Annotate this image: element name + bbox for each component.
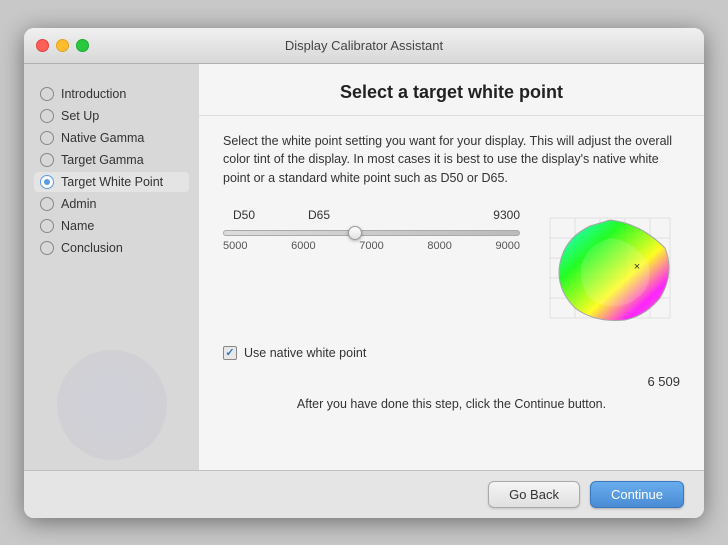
svg-text:×: × bbox=[634, 261, 640, 273]
footer: Go Back Continue bbox=[24, 470, 704, 518]
main-panel: Select a target white point Select the w… bbox=[199, 64, 704, 470]
sidebar-item-target-gamma[interactable]: Target Gamma bbox=[34, 150, 189, 170]
bullet-icon bbox=[40, 219, 54, 233]
label-8000: 8000 bbox=[427, 240, 451, 252]
slider-area: D50 D65 9300 5000 6000 7000 bbox=[223, 208, 680, 328]
label-d65: D65 bbox=[308, 208, 330, 222]
sidebar-item-label: Conclusion bbox=[61, 241, 123, 255]
sidebar-item-setup[interactable]: Set Up bbox=[34, 106, 189, 126]
sidebar-item-label: Native Gamma bbox=[61, 131, 144, 145]
sidebar-item-label: Admin bbox=[61, 197, 96, 211]
traffic-lights bbox=[36, 39, 89, 52]
checkbox-label: Use native white point bbox=[244, 346, 366, 360]
sidebar-item-introduction[interactable]: Introduction bbox=[34, 84, 189, 104]
checkbox-row: Use native white point bbox=[223, 346, 680, 360]
sidebar-item-label: Target White Point bbox=[61, 175, 163, 189]
content-area: Introduction Set Up Native Gamma Target … bbox=[24, 64, 704, 470]
sidebar-item-admin[interactable]: Admin bbox=[34, 194, 189, 214]
label-6000: 6000 bbox=[291, 240, 315, 252]
maximize-button[interactable] bbox=[76, 39, 89, 52]
slider-top-labels: D50 D65 9300 bbox=[223, 208, 520, 226]
sidebar-item-name[interactable]: Name bbox=[34, 216, 189, 236]
sidebar-item-label: Set Up bbox=[61, 109, 99, 123]
label-d50: D50 bbox=[233, 208, 255, 222]
titlebar: Display Calibrator Assistant bbox=[24, 28, 704, 64]
sidebar-watermark bbox=[57, 350, 167, 460]
description-text: Select the white point setting you want … bbox=[223, 132, 680, 188]
go-back-button[interactable]: Go Back bbox=[488, 481, 580, 508]
slider-track-container bbox=[223, 230, 520, 236]
main-body: Select the white point setting you want … bbox=[199, 116, 704, 470]
sidebar-item-native-gamma[interactable]: Native Gamma bbox=[34, 128, 189, 148]
bullet-icon bbox=[40, 241, 54, 255]
sidebar-item-label: Name bbox=[61, 219, 94, 233]
page-title: Select a target white point bbox=[199, 64, 704, 116]
bullet-icon bbox=[40, 153, 54, 167]
window: Display Calibrator Assistant Introductio… bbox=[24, 28, 704, 518]
bullet-icon bbox=[40, 87, 54, 101]
label-7000: 7000 bbox=[359, 240, 383, 252]
sidebar: Introduction Set Up Native Gamma Target … bbox=[24, 64, 199, 470]
minimize-button[interactable] bbox=[56, 39, 69, 52]
slider-thumb[interactable] bbox=[348, 226, 362, 240]
native-white-point-checkbox[interactable] bbox=[223, 346, 237, 360]
bullet-active-icon bbox=[40, 175, 54, 189]
sidebar-item-target-white-point[interactable]: Target White Point bbox=[34, 172, 189, 192]
close-button[interactable] bbox=[36, 39, 49, 52]
sidebar-item-conclusion[interactable]: Conclusion bbox=[34, 238, 189, 258]
bullet-icon bbox=[40, 197, 54, 211]
after-text: After you have done this step, click the… bbox=[223, 397, 680, 411]
bullet-icon bbox=[40, 109, 54, 123]
bullet-icon bbox=[40, 131, 54, 145]
slider-bottom-labels: 5000 6000 7000 8000 9000 bbox=[223, 240, 520, 252]
value-display: 6 509 bbox=[223, 374, 680, 389]
slider-track bbox=[223, 230, 520, 236]
window-title: Display Calibrator Assistant bbox=[285, 38, 443, 53]
sidebar-item-label: Target Gamma bbox=[61, 153, 144, 167]
slider-section: D50 D65 9300 5000 6000 7000 bbox=[223, 208, 520, 252]
continue-button[interactable]: Continue bbox=[590, 481, 684, 508]
chromaticity-diagram: × bbox=[540, 208, 680, 328]
label-5000: 5000 bbox=[223, 240, 247, 252]
label-9300: 9300 bbox=[493, 208, 520, 222]
label-9000: 9000 bbox=[496, 240, 520, 252]
sidebar-item-label: Introduction bbox=[61, 87, 126, 101]
